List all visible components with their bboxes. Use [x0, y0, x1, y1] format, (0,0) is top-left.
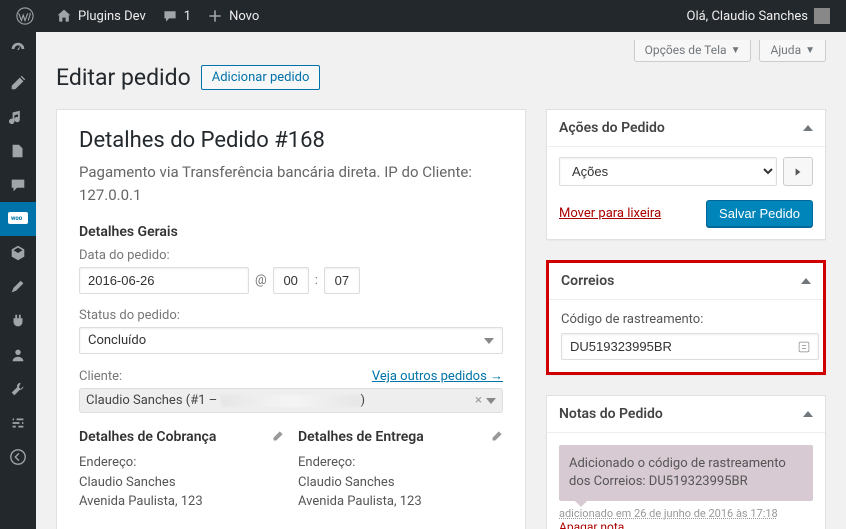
- help-button[interactable]: Ajuda ▼: [759, 40, 826, 62]
- correios-panel: Correios Código de rastreamento:: [546, 260, 826, 375]
- order-status-select[interactable]: Concluído: [79, 327, 503, 354]
- shipping-address-label: Endereço:: [298, 453, 503, 473]
- page-title: Editar pedido: [56, 64, 191, 91]
- order-hour-input[interactable]: [273, 267, 309, 294]
- billing-address-label: Endereço:: [79, 453, 284, 473]
- chevron-down-icon: ▼: [731, 45, 741, 56]
- menu-plugins[interactable]: [0, 304, 36, 338]
- chevron-down-icon: [484, 338, 494, 344]
- save-order-button[interactable]: Salvar Pedido: [706, 200, 813, 227]
- menu-woocommerce[interactable]: woo: [0, 202, 36, 236]
- menu-products[interactable]: [0, 236, 36, 270]
- menu-posts[interactable]: [0, 66, 36, 100]
- order-details-panel: Detalhes do Pedido #168 Pagamento via Tr…: [56, 109, 526, 529]
- move-to-trash-link[interactable]: Mover para lixeira: [559, 206, 661, 221]
- comments-link[interactable]: 1: [154, 0, 199, 32]
- general-details-heading: Detalhes Gerais: [79, 224, 503, 240]
- menu-comments[interactable]: [0, 168, 36, 202]
- edit-shipping-icon[interactable]: [489, 430, 503, 444]
- client-label: Cliente:: [79, 369, 122, 384]
- tracking-code-input[interactable]: [561, 333, 819, 360]
- new-content[interactable]: Novo: [199, 0, 267, 32]
- main-content: Opções de Tela ▼ Ajuda ▼ Editar pedido A…: [36, 32, 846, 529]
- order-heading: Detalhes do Pedido #168: [79, 128, 503, 153]
- spacer: [267, 0, 678, 32]
- order-note: Adicionado o código de rastreamento dos …: [559, 445, 813, 501]
- avatar: [814, 8, 830, 24]
- shipping-name: Claudio Sanches: [298, 473, 503, 493]
- menu-collapse[interactable]: [0, 440, 36, 474]
- status-label: Status do pedido:: [79, 308, 503, 323]
- client-select[interactable]: Claudio Sanches (#1 – ) ×: [79, 388, 503, 413]
- comment-count: 1: [184, 9, 191, 24]
- edit-billing-icon[interactable]: [270, 430, 284, 444]
- order-notes-heading: Notas do Pedido: [559, 406, 663, 422]
- billing-street: Avenida Paulista, 123: [79, 492, 284, 512]
- site-link[interactable]: Plugins Dev: [48, 0, 154, 32]
- add-order-button[interactable]: Adicionar pedido: [201, 65, 321, 90]
- new-label: Novo: [229, 9, 259, 24]
- wp-logo[interactable]: [8, 0, 48, 32]
- order-actions-select[interactable]: Ações: [559, 157, 777, 186]
- menu-media[interactable]: [0, 100, 36, 134]
- menu-dashboard[interactable]: [0, 32, 36, 66]
- order-notes-panel: Notas do Pedido Adicionado o código de r…: [546, 395, 826, 529]
- run-action-button[interactable]: [783, 157, 813, 186]
- view-other-orders-link[interactable]: Veja outros pedidos →: [372, 368, 503, 384]
- billing-heading: Detalhes de Cobrança: [79, 429, 216, 445]
- toggle-panel-icon[interactable]: [801, 278, 811, 284]
- admin-bar: Plugins Dev 1 Novo Olá, Claudio Sanches: [0, 0, 846, 32]
- menu-users[interactable]: [0, 338, 36, 372]
- time-colon: :: [315, 273, 318, 288]
- chevron-down-icon: ▼: [805, 45, 815, 56]
- order-date-input[interactable]: [79, 267, 249, 294]
- at-symbol: @: [255, 273, 267, 288]
- status-value: Concluído: [88, 333, 146, 348]
- autofill-icon: [797, 340, 811, 354]
- chevron-down-icon: [486, 398, 496, 404]
- toggle-panel-icon[interactable]: [803, 125, 813, 131]
- screen-options-button[interactable]: Opções de Tela ▼: [634, 40, 752, 62]
- delete-note-link[interactable]: Apagar nota: [559, 520, 624, 529]
- greeting: Olá, Claudio Sanches: [687, 9, 809, 24]
- menu-tools[interactable]: [0, 372, 36, 406]
- my-account[interactable]: Olá, Claudio Sanches: [679, 0, 839, 32]
- toggle-panel-icon[interactable]: [803, 411, 813, 417]
- clear-client-icon[interactable]: ×: [475, 393, 482, 408]
- order-actions-panel: Ações do Pedido Ações Mover para lixeira…: [546, 109, 826, 240]
- menu-pages[interactable]: [0, 134, 36, 168]
- date-label: Data do pedido:: [79, 248, 503, 263]
- site-name: Plugins Dev: [78, 9, 146, 24]
- shipping-heading: Detalhes de Entrega: [298, 429, 424, 445]
- svg-text:woo: woo: [11, 215, 23, 222]
- admin-sidebar: woo: [0, 32, 36, 529]
- order-actions-heading: Ações do Pedido: [559, 120, 665, 136]
- correios-heading: Correios: [561, 273, 614, 289]
- tracking-label: Código de rastreamento:: [561, 312, 811, 327]
- order-minute-input[interactable]: [324, 267, 360, 294]
- note-timestamp: adicionado em 26 de junho de 2016 às 17:…: [559, 507, 813, 520]
- billing-name: Claudio Sanches: [79, 473, 284, 493]
- menu-appearance[interactable]: [0, 270, 36, 304]
- shipping-street: Avenida Paulista, 123: [298, 492, 503, 512]
- menu-settings[interactable]: [0, 406, 36, 440]
- order-subline: Pagamento via Transferência bancária dir…: [79, 161, 503, 206]
